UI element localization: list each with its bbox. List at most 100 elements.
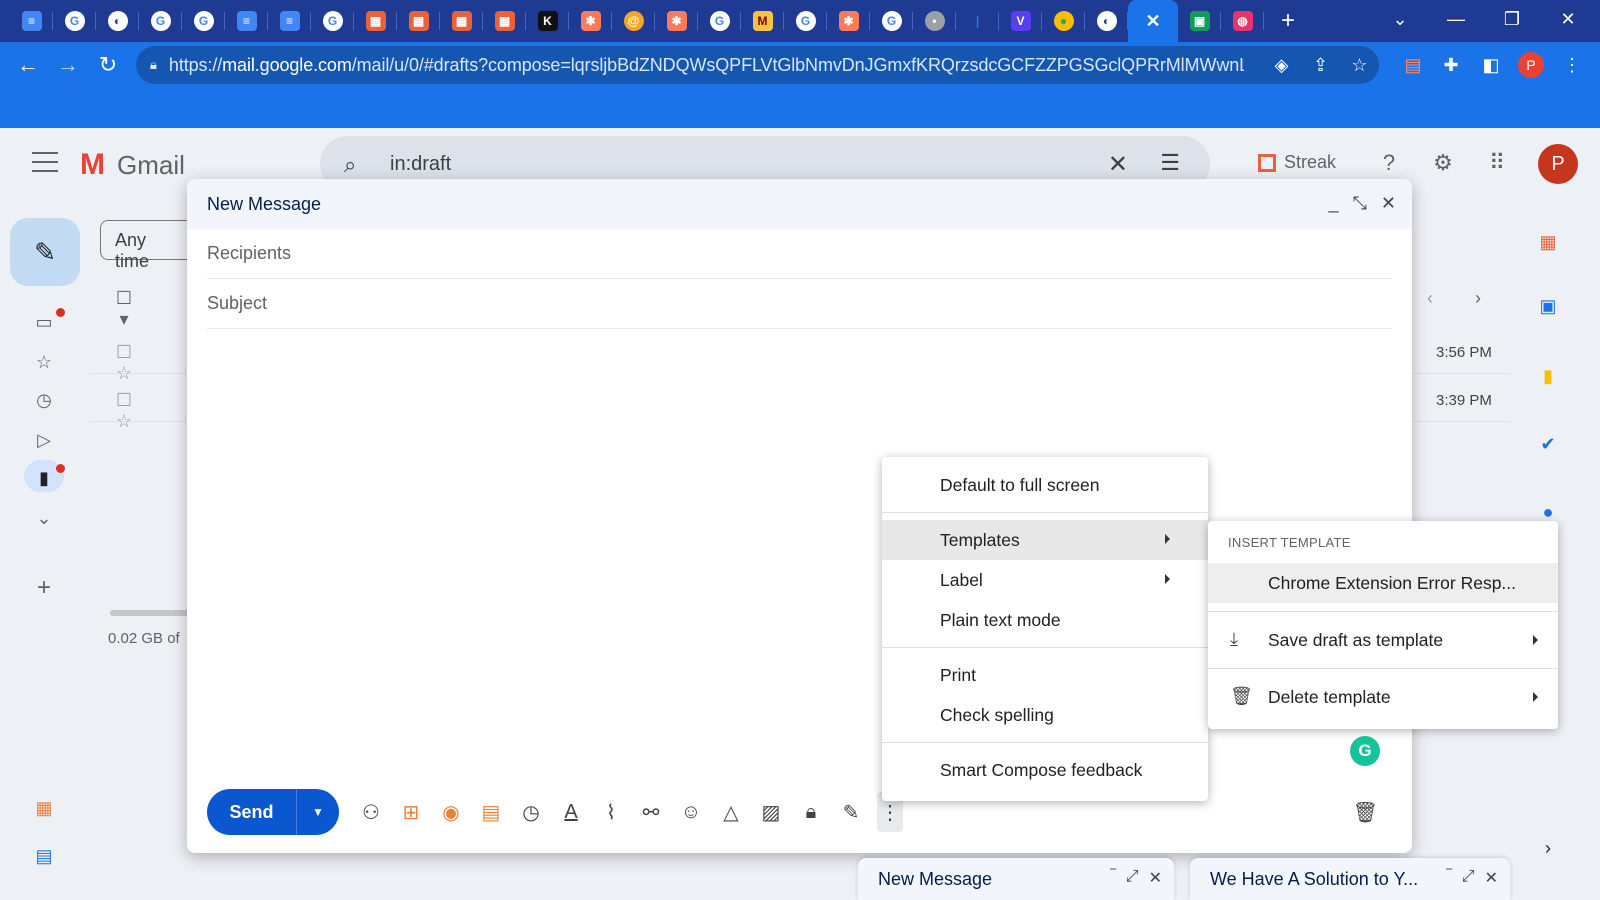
close-icon[interactable]: ✕	[1485, 868, 1498, 888]
tab-chrome[interactable]: ●	[1042, 0, 1085, 42]
reload-button[interactable]: ↻	[88, 45, 128, 85]
settings-gear-icon[interactable]: ⚙	[1428, 150, 1458, 176]
row-checkbox[interactable]: ☐ ☆	[110, 390, 138, 432]
starred-icon[interactable]: ☆	[30, 352, 58, 373]
extensions-puzzle-icon[interactable]: ✚	[1432, 42, 1470, 88]
emoji-icon[interactable]: ☺	[671, 792, 711, 832]
delete-template[interactable]: 🗑︎ Delete template	[1208, 677, 1558, 717]
tab-web-1[interactable]: ◐	[96, 0, 139, 42]
tab-google-7[interactable]: G	[870, 0, 913, 42]
close-window-button[interactable]: ✕	[1540, 0, 1596, 38]
close-icon[interactable]: ✕	[1381, 193, 1396, 214]
tab-hubspot-3[interactable]: ✱	[827, 0, 870, 42]
drafts-icon[interactable]: ▮	[30, 468, 58, 489]
tab-google-docs-3[interactable]: ≡	[268, 0, 311, 42]
chrome-menu-icon[interactable]: ⋮	[1556, 42, 1588, 88]
streak-snippets-icon[interactable]: ▤	[471, 792, 511, 832]
schedule-clock-icon[interactable]: ◷	[511, 792, 551, 832]
compose-button[interactable]: ✎	[10, 218, 80, 286]
bookmark-star-icon[interactable]: ☆	[1340, 55, 1379, 76]
tab-google-1[interactable]: G	[53, 0, 96, 42]
menu-item-default-full-screen[interactable]: Default to full screen	[882, 465, 1208, 505]
signature-pen-icon[interactable]: ✎	[831, 792, 871, 832]
tab-web-2[interactable]: ◐	[1085, 0, 1128, 42]
close-icon[interactable]: ✕	[1149, 868, 1162, 888]
tab-google-2[interactable]: G	[139, 0, 182, 42]
restore-window-button[interactable]: ❐	[1484, 0, 1540, 38]
prev-page-icon[interactable]: ‹	[1416, 288, 1444, 309]
forward-button[interactable]: →	[48, 45, 88, 85]
exit-fullscreen-icon[interactable]: ⤡	[1353, 193, 1367, 214]
send-button[interactable]: Send	[207, 789, 297, 835]
recipients-field[interactable]: Recipients	[207, 229, 1392, 279]
keep-icon[interactable]: ▮	[1534, 362, 1562, 390]
compose-header[interactable]: New Message _ ⤡ ✕	[187, 179, 1412, 229]
row-checkbox[interactable]: ☐ ☆	[110, 342, 138, 384]
schedule-send-dropdown[interactable]: ▼	[297, 789, 339, 835]
drive-icon[interactable]: △	[711, 792, 751, 832]
subject-field[interactable]: Subject	[207, 279, 1392, 329]
new-label-icon[interactable]: +	[30, 574, 58, 602]
tab-orange-1[interactable]: @	[612, 0, 655, 42]
minimize-icon[interactable]: ‾	[1110, 868, 1115, 888]
tab-google-5[interactable]: G	[698, 0, 741, 42]
main-menu-icon[interactable]	[32, 152, 58, 172]
streak-button[interactable]: Streak	[1258, 152, 1336, 173]
close-tab-icon[interactable]: ✕	[1143, 11, 1163, 31]
tab-blue-line[interactable]: |	[956, 0, 999, 42]
select-all-checkbox[interactable]: ☐ ▾	[110, 288, 138, 330]
account-avatar[interactable]: P	[1538, 144, 1578, 184]
text-format-icon[interactable]: A	[551, 792, 591, 832]
clear-search-icon[interactable]: ✕	[1108, 150, 1128, 179]
inbox-icon[interactable]: ▭	[30, 312, 58, 333]
tab-google-4[interactable]: G	[311, 0, 354, 42]
save-draft-as-template[interactable]: ⤓ Save draft as template	[1208, 620, 1558, 660]
insert-link-icon[interactable]: ⚯	[631, 792, 671, 832]
apps-grid-icon[interactable]: ⠿	[1482, 150, 1512, 176]
streak-side-icon[interactable]: ▦	[1534, 228, 1562, 256]
menu-item-smart-compose-feedback[interactable]: Smart Compose feedback	[882, 750, 1208, 790]
tab-google-docs-1[interactable]: ≡	[10, 0, 53, 42]
template-item[interactable]: Chrome Extension Error Resp...	[1208, 563, 1558, 603]
tab-v[interactable]: V	[999, 0, 1042, 42]
insert-photo-icon[interactable]: ▨	[751, 792, 791, 832]
snoozed-icon[interactable]: ◷	[30, 390, 58, 411]
help-icon[interactable]: ?	[1374, 150, 1404, 176]
tab-streak-2[interactable]: ▦	[397, 0, 440, 42]
new-tab-button[interactable]: +	[1270, 0, 1306, 42]
back-button[interactable]: ←	[8, 45, 48, 85]
minimize-icon[interactable]: _	[1328, 193, 1338, 214]
gmail-logo[interactable]: M Gmail	[80, 148, 185, 182]
tab-google-6[interactable]: G	[784, 0, 827, 42]
menu-item-label[interactable]: Label	[882, 560, 1208, 600]
expand-panel-icon[interactable]: ›	[1534, 834, 1562, 862]
streak-box-icon[interactable]: ⊞	[391, 792, 431, 832]
streak-tracking-eye-icon[interactable]: ◉	[431, 792, 471, 832]
tab-hubspot-1[interactable]: ✱	[569, 0, 612, 42]
menu-item-check-spelling[interactable]: Check spelling	[882, 695, 1208, 735]
calendar-icon[interactable]: ▣	[1534, 292, 1562, 320]
discard-draft-icon[interactable]: 🗑︎	[1353, 800, 1378, 825]
minimized-draft-1[interactable]: New Message ‾ ⤢ ✕	[858, 858, 1174, 900]
search-input[interactable]: in:draft	[390, 153, 451, 176]
next-page-icon[interactable]: ›	[1464, 288, 1492, 309]
tab-active-gmail[interactable]: ✕	[1128, 0, 1178, 42]
tasks-icon[interactable]: ✔	[1534, 430, 1562, 458]
url-text[interactable]: https://mail.google.com/mail/u/0/#drafts…	[169, 55, 1244, 76]
tab-streak-1[interactable]: ▦	[354, 0, 397, 42]
tab-streak-4[interactable]: ▦	[483, 0, 526, 42]
menu-item-templates[interactable]: Templates	[882, 520, 1208, 560]
more-chevron-icon[interactable]: ⌄	[30, 508, 58, 529]
tab-hubspot-2[interactable]: ✱	[655, 0, 698, 42]
attach-file-icon[interactable]: ⌇	[591, 792, 631, 832]
tab-k[interactable]: K	[526, 0, 569, 42]
pipelines-icon[interactable]: ▤	[30, 846, 58, 867]
install-app-icon[interactable]: ◈	[1262, 55, 1301, 76]
tab-pink[interactable]: ◍	[1221, 0, 1264, 42]
sent-icon[interactable]: ▷	[30, 430, 58, 451]
grammarly-icon[interactable]: G	[1350, 736, 1380, 766]
tab-google-docs-2[interactable]: ≡	[225, 0, 268, 42]
expand-icon[interactable]: ⤢	[1126, 868, 1139, 888]
expand-icon[interactable]: ⤢	[1462, 868, 1475, 888]
minimize-icon[interactable]: ‾	[1446, 868, 1451, 888]
